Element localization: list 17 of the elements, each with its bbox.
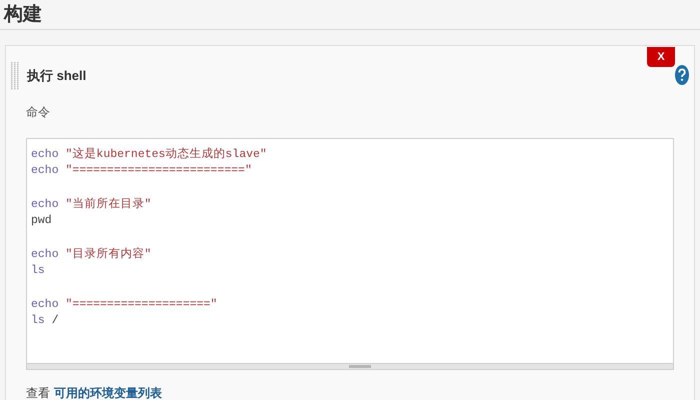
section-title: 构建 — [4, 3, 42, 27]
code-line: echo "当前所在目录" — [31, 197, 152, 213]
code-line: ls / — [31, 313, 59, 329]
code-line: echo "目录所有内容" — [31, 247, 152, 263]
code-line: echo "=========================" — [31, 163, 252, 179]
code-line: pwd — [31, 213, 52, 229]
help-icon[interactable] — [675, 65, 689, 85]
drag-handle-icon[interactable] — [11, 62, 19, 90]
code-line: echo "这是kubernetes动态生成的slave" — [31, 147, 267, 163]
code-line: ls — [31, 263, 45, 279]
field-label: 命令 — [26, 105, 50, 119]
step-title: 执行 shell — [27, 67, 86, 86]
code-line: echo "====================" — [31, 297, 218, 313]
delete-button[interactable]: X — [647, 47, 675, 67]
environment-variables-link[interactable]: 可用的环境变量列表 — [54, 384, 162, 400]
command-field[interactable]: echo "这是kubernetes动态生成的slave" echo "=========================" echo "当前所在目录" pwd echo "目录所有内容" ls echo "====================" ls / — [26, 138, 674, 370]
footer-text: 查看 — [26, 385, 50, 400]
